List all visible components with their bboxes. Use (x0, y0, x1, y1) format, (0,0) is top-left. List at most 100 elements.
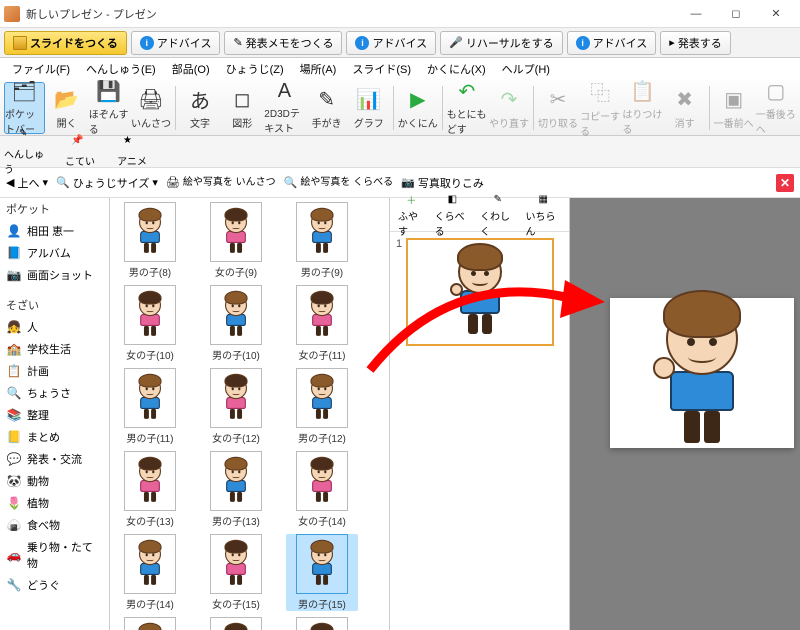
pocket-item-1[interactable]: 📘アルバム (0, 242, 109, 264)
close-panel-button[interactable]: ✕ (776, 174, 794, 192)
clipart-item[interactable]: 男の子(13) (200, 451, 272, 528)
ribbon: 🗂ポケットバー📂開く💾ほぞんする🖨いんさつあ文字◻図形A2D3Dテキスト✎手がき… (0, 80, 800, 136)
subribbon-こてい[interactable]: 📌こてい (56, 135, 104, 168)
thumbnail-boy-clipart (458, 250, 502, 334)
up-button[interactable]: ◀上へ▾ (6, 175, 48, 191)
sozai-item-1[interactable]: 🏫学校生活 (0, 338, 109, 360)
clipart-item[interactable]: 女の子(12) (200, 368, 272, 445)
mode-tab-1[interactable]: iアドバイス (131, 31, 221, 55)
ribbon-icon: ✖ (671, 85, 699, 113)
floating-preview[interactable] (610, 298, 794, 448)
ribbon-開く[interactable]: 📂開く (47, 82, 87, 134)
category-label: 植物 (27, 495, 49, 511)
sozai-item-11[interactable]: 🔧どうぐ (0, 574, 109, 596)
ribbon-いんさつ[interactable]: 🖨いんさつ (131, 82, 171, 134)
maximize-button[interactable]: ◻ (716, 1, 756, 27)
ribbon-ポケットバー[interactable]: 🗂ポケットバー (4, 82, 45, 134)
canvas-area (570, 198, 800, 630)
clipart-item[interactable]: 女の子(13) (114, 451, 186, 528)
mode-tab-4[interactable]: 🎤リハーサルをする (440, 31, 562, 55)
slidepane-ふやす[interactable]: ＋ふやす (398, 192, 425, 238)
sozai-item-9[interactable]: 🍙食べ物 (0, 514, 109, 536)
ribbon-文字[interactable]: あ文字 (180, 82, 220, 134)
ribbon-グラフ[interactable]: 📊グラフ (349, 82, 389, 134)
menu-item-5[interactable]: スライド(S) (344, 59, 419, 79)
clipart-thumb (296, 285, 348, 345)
mode-tab-3[interactable]: iアドバイス (346, 31, 436, 55)
subribbon-へんしゅう[interactable]: ✎へんしゅう (4, 128, 52, 176)
slide-thumbnail[interactable]: 1 (396, 238, 563, 346)
print-pic-button[interactable]: 🖨絵や写真を いんさつ (166, 176, 276, 189)
mode-tab-6[interactable]: ▸発表する (660, 31, 731, 55)
close-button[interactable]: ✕ (756, 1, 796, 27)
clipart-item[interactable] (286, 617, 358, 630)
mode-tab-2[interactable]: ✎発表メモをつくる (224, 31, 342, 55)
clipart-item[interactable] (114, 617, 186, 630)
category-icon: 💬 (6, 451, 22, 467)
ribbon-かくにん[interactable]: ▶かくにん (398, 82, 438, 134)
clipart-item[interactable]: 女の子(11) (286, 285, 358, 362)
menu-item-0[interactable]: ファイル(F) (4, 59, 78, 79)
clipart-item[interactable]: 女の子(10) (114, 285, 186, 362)
clipart-label: 女の子(13) (126, 513, 174, 528)
ribbon-label: 一番前へ (714, 115, 754, 130)
compare-pic-button[interactable]: 🔍絵や写真を くらべる (284, 176, 393, 189)
sozai-item-8[interactable]: 🌷植物 (0, 492, 109, 514)
category-label: 人 (27, 319, 38, 335)
sozai-item-10[interactable]: 🚗乗り物・たて物 (0, 536, 109, 574)
sozai-item-5[interactable]: 📒まとめ (0, 426, 109, 448)
subribbon-アニメ[interactable]: ★アニメ (108, 135, 156, 168)
subribbon-label: へんしゅう (4, 146, 52, 176)
capture-button[interactable]: 📷写真取りこみ (401, 175, 484, 191)
pocket-item-0[interactable]: 👤相田 恵一 (0, 220, 109, 242)
menu-item-7[interactable]: ヘルプ(H) (494, 59, 558, 79)
ribbon-ほぞんする[interactable]: 💾ほぞんする (89, 82, 129, 134)
sozai-item-7[interactable]: 🐼動物 (0, 470, 109, 492)
subribbon-label: アニメ (117, 153, 147, 168)
clipart-item[interactable]: 男の子(9) (286, 202, 358, 279)
clipart-item[interactable]: 男の子(15) (286, 534, 358, 611)
slidepane-いちらん[interactable]: ▦いちらん (526, 192, 561, 238)
mode-tab-5[interactable]: iアドバイス (567, 31, 657, 55)
ribbon-icon: 📂 (53, 85, 81, 113)
ribbon-2D3Dテキスト[interactable]: A2D3Dテキスト (264, 82, 304, 134)
clipart-label: 男の子(15) (298, 596, 346, 611)
clipart-item[interactable]: 女の子(9) (200, 202, 272, 279)
clipart-item[interactable]: 男の子(8) (114, 202, 186, 279)
mode-tab-0[interactable]: スライドをつくる (4, 31, 127, 55)
clipart-item[interactable]: 女の子(14) (286, 451, 358, 528)
menu-item-2[interactable]: 部品(O) (164, 59, 218, 79)
pocket-item-2[interactable]: 📷画面ショット (0, 264, 109, 286)
info-icon: i (140, 36, 154, 50)
sozai-item-2[interactable]: 📋計画 (0, 360, 109, 382)
clipart-item[interactable]: 男の子(12) (286, 368, 358, 445)
clipart-item[interactable]: 男の子(10) (200, 285, 272, 362)
clipart-thumb (210, 451, 262, 511)
ribbon-手がき[interactable]: ✎手がき (306, 82, 346, 134)
clipart-item[interactable]: 男の子(11) (114, 368, 186, 445)
clipart-item[interactable]: 男の子(14) (114, 534, 186, 611)
category-label: 学校生活 (27, 341, 71, 357)
clipart-item[interactable]: 女の子(15) (200, 534, 272, 611)
ribbon-もとにもどす[interactable]: ↶もとにもどす (447, 82, 487, 134)
size-button[interactable]: 🔍ひょうじサイズ▾ (56, 175, 158, 191)
menubar: ファイル(F)へんしゅう(E)部品(O)ひょうじ(Z)場所(A)スライド(S)か… (0, 58, 800, 80)
menu-item-1[interactable]: へんしゅう(E) (78, 59, 164, 79)
sozai-item-6[interactable]: 💬発表・交流 (0, 448, 109, 470)
ribbon-label: 切り取る (538, 115, 578, 130)
ribbon-label: コピーする (580, 108, 620, 138)
minimize-button[interactable]: — (676, 1, 716, 27)
sozai-item-4[interactable]: 📚整理 (0, 404, 109, 426)
ribbon-icon: 📊 (355, 85, 383, 113)
ribbon-図形[interactable]: ◻図形 (222, 82, 262, 134)
clipart-item[interactable] (200, 617, 272, 630)
tab-label: スライドをつくる (30, 35, 118, 51)
ribbon-icon: ▶ (404, 85, 432, 113)
menu-item-3[interactable]: ひょうじ(Z) (218, 59, 292, 79)
sozai-item-0[interactable]: 👧人 (0, 316, 109, 338)
slidepane-くらべる[interactable]: ◧くらべる (435, 192, 470, 238)
menu-item-6[interactable]: かくにん(X) (419, 59, 494, 79)
menu-item-4[interactable]: 場所(A) (292, 59, 345, 79)
slidepane-くわしく[interactable]: ✎くわしく (480, 192, 515, 238)
sozai-item-3[interactable]: 🔍ちょうさ (0, 382, 109, 404)
